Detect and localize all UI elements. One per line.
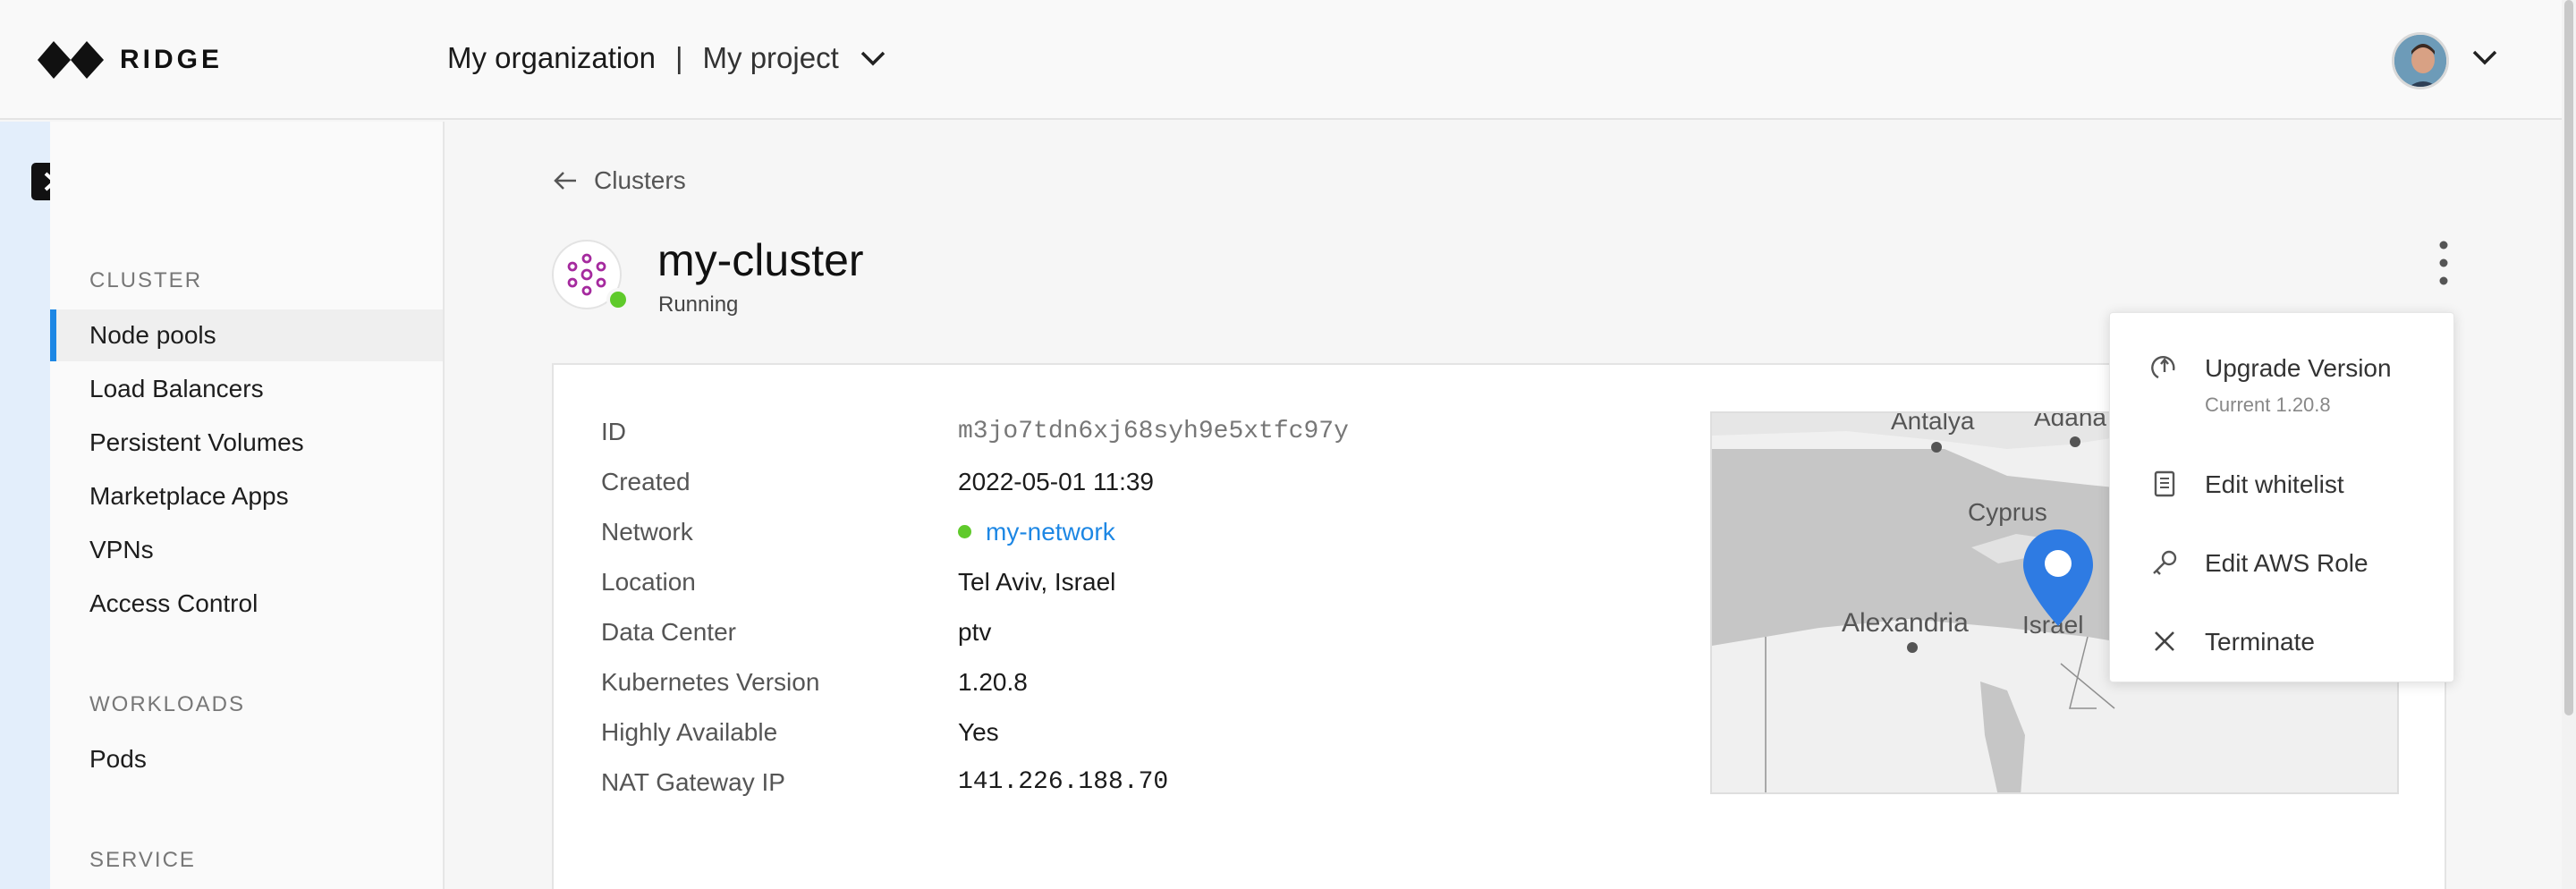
map-label-alexandria: Alexandria: [1842, 608, 1969, 638]
cluster-status-text: Running: [658, 292, 739, 317]
detail-label-network: Network: [601, 518, 693, 546]
user-avatar-image: [2394, 35, 2446, 87]
cluster-nodes-icon: [567, 253, 606, 296]
network-link[interactable]: my-network: [958, 518, 1115, 546]
menu-item-terminate[interactable]: Terminate: [2110, 605, 2453, 676]
sidebar-section-workloads: WORKLOADS: [89, 692, 246, 716]
document-icon: [2154, 470, 2175, 497]
map-label-adana: Adana: [2034, 413, 2106, 431]
detail-label-kubernetes-version: Kubernetes Version: [601, 668, 820, 696]
left-rail: [0, 122, 50, 889]
map-label-antalya: Antalya: [1891, 413, 1975, 435]
top-bar: RIDGE My organization | My project: [0, 0, 2576, 120]
detail-value-kubernetes-version: 1.20.8: [958, 668, 1028, 696]
cluster-status-dot: [606, 288, 630, 311]
back-label: Clusters: [594, 166, 686, 194]
menu-item-edit-whitelist[interactable]: Edit whitelist: [2110, 447, 2453, 519]
breadcrumb-separator: |: [674, 41, 683, 74]
map-label-cyprus: Cyprus: [1968, 498, 2047, 526]
detail-value-id: m3jo7tdn6xj68syh9e5xtfc97y: [958, 418, 1349, 445]
sidebar-item-vpns[interactable]: VPNs: [50, 524, 443, 576]
sidebar-section-service: SERVICE: [89, 848, 196, 872]
back-to-clusters-link[interactable]: Clusters: [553, 166, 686, 195]
detail-label-created: Created: [601, 468, 691, 495]
org-project-switcher[interactable]: My organization | My project: [447, 41, 887, 75]
more-options-icon[interactable]: [2433, 238, 2454, 288]
network-status-dot: [958, 525, 971, 538]
account-chevron-down-icon[interactable]: [2470, 47, 2499, 68]
ridge-logo-icon: [38, 41, 104, 79]
sidebar-item-persistent-volumes[interactable]: Persistent Volumes: [50, 417, 443, 469]
sidebar: CLUSTER Node pools Load Balancers Persis…: [50, 122, 445, 889]
menu-item-label: Upgrade Version: [2205, 354, 2392, 382]
detail-label-nat-gateway-ip: NAT Gateway IP: [601, 768, 785, 796]
sidebar-item-node-pools[interactable]: Node pools: [50, 309, 443, 361]
detail-value-highly-available: Yes: [958, 718, 999, 746]
organization-name[interactable]: My organization: [447, 41, 656, 75]
cluster-actions-menu: Upgrade Version Current 1.20.8 Edit whit…: [2109, 312, 2454, 682]
sidebar-item-load-balancers[interactable]: Load Balancers: [50, 363, 443, 415]
page-scrollbar[interactable]: [2562, 0, 2576, 889]
project-name[interactable]: My project: [703, 41, 839, 75]
detail-value-location: Tel Aviv, Israel: [958, 568, 1116, 596]
detail-value-created: 2022-05-01 11:39: [958, 468, 1154, 495]
sidebar-item-pods[interactable]: Pods: [50, 733, 443, 785]
detail-label-highly-available: Highly Available: [601, 718, 778, 746]
brand-name: RIDGE: [120, 45, 224, 74]
menu-item-label: Edit AWS Role: [2205, 549, 2368, 577]
network-link-text[interactable]: my-network: [986, 518, 1115, 546]
chevron-down-icon[interactable]: [859, 49, 887, 67]
menu-item-edit-aws-role[interactable]: Edit AWS Role: [2110, 526, 2453, 597]
close-icon: [2155, 631, 2174, 651]
menu-item-label: Terminate: [2205, 628, 2315, 656]
ridge-logo[interactable]: RIDGE: [38, 36, 223, 84]
key-icon: [2153, 550, 2177, 575]
sidebar-item-access-control[interactable]: Access Control: [50, 578, 443, 630]
detail-label-location: Location: [601, 568, 696, 596]
detail-label-data-center: Data Center: [601, 618, 736, 646]
menu-item-upgrade-version[interactable]: Upgrade Version Current 1.20.8: [2110, 331, 2453, 431]
menu-item-label: Edit whitelist: [2205, 470, 2344, 498]
scrollbar-thumb[interactable]: [2564, 0, 2573, 715]
sidebar-section-cluster: CLUSTER: [89, 268, 203, 292]
upgrade-icon: [2151, 356, 2175, 379]
sidebar-item-marketplace-apps[interactable]: Marketplace Apps: [50, 470, 443, 522]
menu-item-sublabel: Current 1.20.8: [2205, 394, 2331, 416]
user-avatar[interactable]: [2392, 32, 2449, 89]
page-title: my-cluster: [657, 235, 864, 285]
detail-value-data-center: ptv: [958, 618, 992, 646]
detail-label-id: ID: [601, 418, 626, 445]
arrow-left-icon: [554, 172, 576, 190]
detail-value-nat-gateway-ip: 141.226.188.70: [958, 768, 1169, 796]
